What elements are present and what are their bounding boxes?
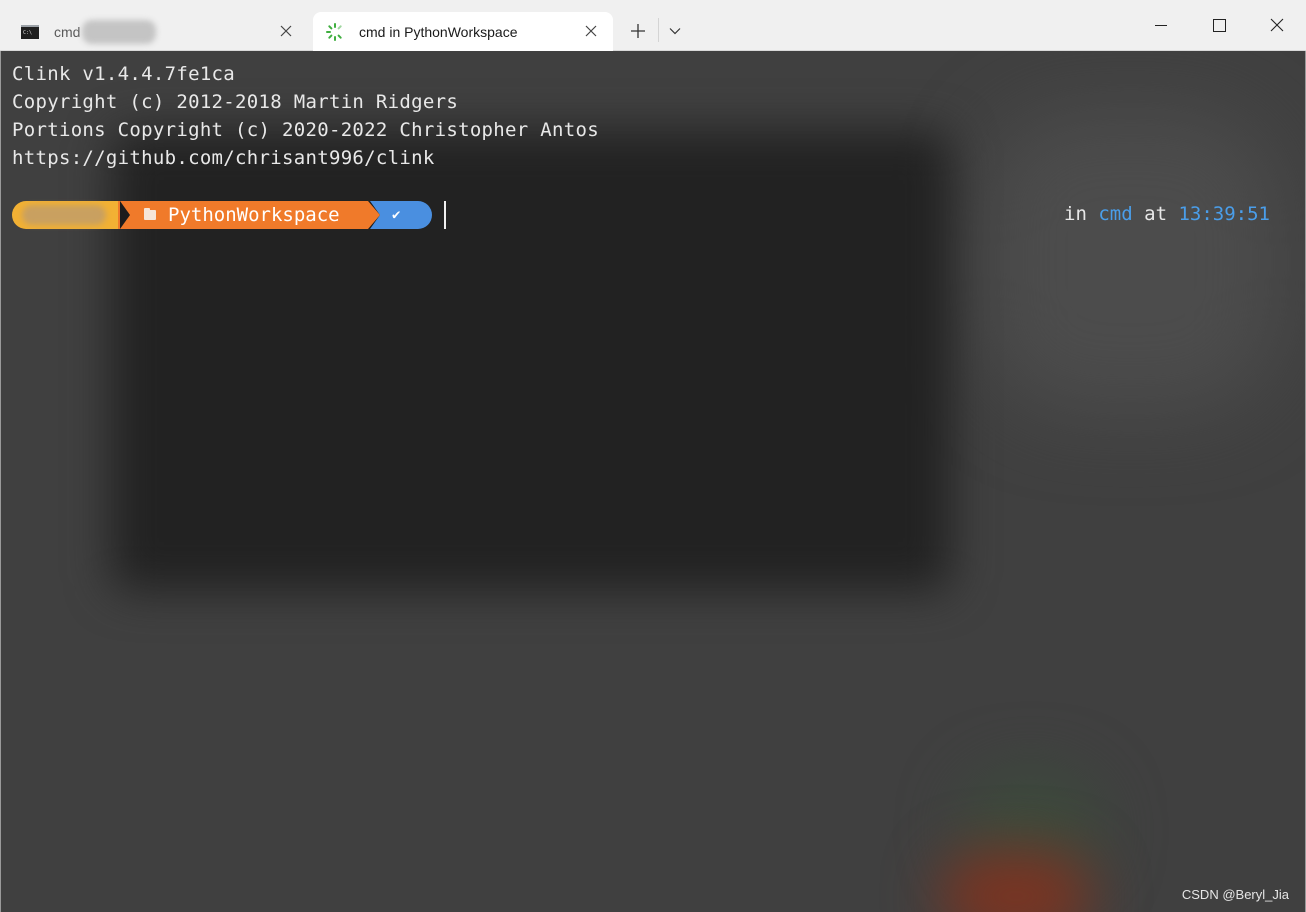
background-image [941,851,1091,912]
prompt-path: PythonWorkspace [168,204,340,226]
tab-title: cmd [54,23,81,40]
divider [658,18,659,42]
check-icon: ✔ [392,207,401,223]
folder-icon [144,208,156,220]
segment-separator-icon [368,201,380,229]
rprompt-in: in [1064,203,1087,225]
tab-cmd-in-pythonworkspace[interactable]: cmd in PythonWorkspace [313,12,613,51]
title-bar[interactable]: C:\ cmd cmd in PythonWorkspace [0,0,1306,51]
tabs-dropdown-button[interactable] [664,20,686,42]
background-image [111,131,951,591]
rprompt-time: 13:39:51 [1178,203,1270,225]
rprompt-shell: cmd [1098,203,1133,225]
terminal-line: Clink v1.4.4.7fe1ca [12,63,236,85]
close-window-button[interactable] [1248,0,1306,50]
terminal-pane[interactable]: Clink v1.4.4.7fe1ca Copyright (c) 2012-2… [0,51,1306,912]
close-icon [1270,18,1284,32]
cmd-console-icon: C:\ [20,22,40,42]
new-tab-button[interactable] [627,20,649,42]
terminal-line: Portions Copyright (c) 2020-2022 Christo… [12,119,599,141]
minimize-button[interactable] [1132,0,1190,50]
tab-cmd[interactable]: C:\ cmd [8,12,308,51]
rprompt-at: at [1144,203,1168,225]
prompt-user-segment [12,201,118,229]
svg-text:C:\: C:\ [23,30,32,36]
close-tab-icon[interactable] [278,23,294,39]
segment-separator-icon [120,201,130,229]
background-image [981,111,1281,411]
terminal-line: https://github.com/chrisant996/clink [12,147,435,169]
clink-spinner-icon [325,22,345,42]
watermark: CSDN @Beryl_Jia [1181,887,1289,902]
maximize-icon [1212,18,1226,32]
close-tab-icon[interactable] [583,23,599,39]
right-prompt: in cmd at 13:39:51 [1064,203,1270,225]
prompt-path-segment: PythonWorkspace [118,201,368,229]
tab-title: cmd in PythonWorkspace [359,23,518,40]
chevron-down-icon [669,28,681,35]
minimize-icon [1155,25,1167,26]
terminal-line: Copyright (c) 2012-2018 Martin Ridgers [12,91,459,113]
redacted-username [22,205,106,225]
maximize-button[interactable] [1190,0,1248,50]
text-cursor [444,201,446,229]
plus-icon [631,24,645,38]
redacted-text [82,19,157,44]
